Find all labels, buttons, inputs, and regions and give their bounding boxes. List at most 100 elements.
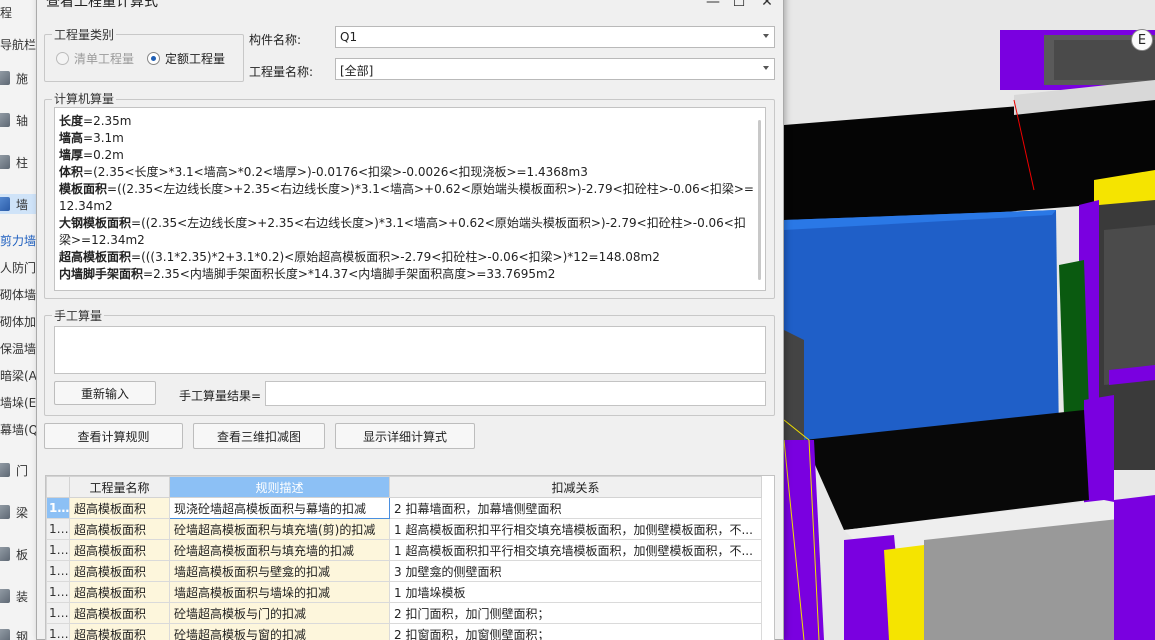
dialog-titlebar[interactable]: 查看工程量计算式 — ☐ ✕: [37, 0, 783, 19]
sidebar-item[interactable]: 装: [0, 586, 40, 606]
cell-deduction[interactable]: 1 超高模板面积扣平行相交填充墙模板面积，加侧壁模板面积，不...: [389, 518, 762, 540]
sidebar-item[interactable]: 人防门框: [0, 257, 40, 277]
sidebar-item[interactable]: 钢: [0, 626, 40, 640]
calc-line: 墙高=3.1m: [59, 131, 124, 145]
sidebar-item[interactable]: 砌体墙(: [0, 284, 40, 304]
sidebar-item[interactable]: 门: [0, 460, 40, 480]
maximize-button[interactable]: ☐: [725, 0, 753, 13]
row-number: 112: [46, 497, 70, 519]
sidebar-item[interactable]: 剪力墙(: [0, 230, 40, 250]
sidebar-item[interactable]: 程: [0, 2, 40, 22]
sidebar-item[interactable]: 幕墙(Q): [0, 419, 40, 439]
quantity-name-label: 工程量名称:: [249, 65, 314, 79]
cell-rule-description[interactable]: 墙超高模板面积与墙垛的扣减: [169, 581, 390, 603]
sidebar-item-label: 轴: [16, 113, 29, 128]
quantity-formula-dialog: 查看工程量计算式 — ☐ ✕ 工程量类别 清单工程量 定额工程量 构件名称: Q…: [36, 0, 784, 640]
calc-line: 内墙脚手架面积=2.35<内墙脚手架面积长度>*14.37<内墙脚手架面积高度>…: [59, 267, 556, 281]
close-button[interactable]: ✕: [753, 0, 781, 13]
component-name-select[interactable]: Q1: [335, 26, 775, 48]
cell-rule-description[interactable]: 墙超高模板面积与壁龛的扣减: [169, 560, 390, 582]
cell-quantity-name[interactable]: 超高模板面积: [69, 581, 170, 603]
sidebar-item[interactable]: 柱: [0, 152, 40, 172]
cell-deduction[interactable]: 2 扣窗面积，加窗侧壁面积；: [389, 623, 762, 640]
cell-quantity-name[interactable]: 超高模板面积: [69, 560, 170, 582]
cell-deduction[interactable]: 2 扣门面积，加门侧壁面积；: [389, 602, 762, 624]
view-rules-button[interactable]: 查看计算规则: [44, 423, 183, 449]
minimize-button[interactable]: —: [699, 0, 727, 13]
table-row[interactable]: 112 超高模板面积 现浇砼墙超高模板面积与幕墙的扣减 2 扣幕墙面积，加幕墙侧…: [46, 497, 762, 519]
dialog-title: 查看工程量计算式: [46, 0, 158, 10]
table-row[interactable]: 117 超高模板面积 砼墙超高模板与门的扣减 2 扣门面积，加门侧壁面积；: [46, 602, 762, 624]
view-3d-deduction-button[interactable]: 查看三维扣减图: [193, 423, 325, 449]
cell-quantity-name[interactable]: 超高模板面积: [69, 623, 170, 640]
sidebar-item-label: 梁: [16, 505, 29, 520]
reenter-button[interactable]: 重新输入: [54, 381, 156, 405]
quantity-name-select[interactable]: [全部]: [335, 58, 775, 80]
cell-quantity-name[interactable]: 超高模板面积: [69, 602, 170, 624]
sidebar-item[interactable]: 梁: [0, 502, 40, 522]
show-detail-formula-button[interactable]: 显示详细计算式: [335, 423, 475, 449]
cell-quantity-name[interactable]: 超高模板面积: [69, 539, 170, 561]
table-row[interactable]: 114 超高模板面积 砼墙超高模板面积与填充墙的扣减 1 超高模板面积扣平行相交…: [46, 539, 762, 561]
component-icon: [0, 589, 10, 603]
manual-calc-group-title: 手工算量: [52, 307, 105, 324]
sidebar-item[interactable]: 保温墙(: [0, 338, 40, 358]
sidebar-item-label: 门: [16, 463, 29, 478]
table-row[interactable]: 116 超高模板面积 墙超高模板面积与墙垛的扣减 1 加墙垛模板: [46, 581, 762, 603]
sidebar-item-label: 墙: [16, 197, 29, 212]
cell-quantity-name[interactable]: 超高模板面积: [69, 497, 170, 519]
row-number: 118: [46, 623, 70, 640]
radio-quota-quantity[interactable]: 定额工程量: [147, 50, 225, 67]
manual-result-label: 手工算量结果=: [179, 389, 262, 403]
row-number: 113: [46, 518, 70, 540]
chevron-down-icon: [763, 34, 769, 38]
component-icon: [0, 505, 10, 519]
radio-bill-quantity[interactable]: 清单工程量: [56, 50, 134, 67]
cell-rule-description[interactable]: 砼墙超高模板与门的扣减: [169, 602, 390, 624]
sidebar-item[interactable]: 墙: [0, 194, 40, 214]
cell-rule-description[interactable]: 砼墙超高模板面积与填充墙的扣减: [169, 539, 390, 561]
sidebar-item-label: 施: [16, 71, 29, 86]
sidebar-item-label: 墙垛(E): [0, 395, 40, 410]
radio-dot: [147, 52, 160, 65]
computer-calc-text[interactable]: 长度=2.35m 墙高=3.1m 墙厚=0.2m 体积=(2.35<长度>*3.…: [54, 107, 766, 291]
table-row[interactable]: 115 超高模板面积 墙超高模板面积与壁龛的扣减 3 加壁龛的侧壁面积: [46, 560, 762, 582]
sidebar-item-label: 钢: [16, 629, 29, 640]
sidebar-item[interactable]: 轴: [0, 110, 40, 130]
sidebar-item[interactable]: 板: [0, 544, 40, 564]
cell-deduction[interactable]: 2 扣幕墙面积，加幕墙侧壁面积: [389, 497, 762, 519]
cell-rule-description[interactable]: 现浇砼墙超高模板面积与幕墙的扣减: [169, 497, 390, 519]
sidebar-item[interactable]: 砌体加筋: [0, 311, 40, 331]
scrollbar[interactable]: [758, 120, 761, 280]
cell-deduction[interactable]: 1 超高模板面积扣平行相交填充墙模板面积，加侧壁模板面积，不...: [389, 539, 762, 561]
column-header-rule-description[interactable]: 规则描述: [169, 476, 390, 498]
component-icon: [0, 113, 10, 127]
row-number-header[interactable]: [46, 476, 70, 498]
manual-calc-input[interactable]: [54, 326, 766, 374]
cell-deduction[interactable]: 3 加壁龛的侧壁面积: [389, 560, 762, 582]
row-number: 117: [46, 602, 70, 624]
calc-line: 大钢模板面积=((2.35<左边线长度>+2.35<右边线长度>)*3.1<墙高…: [59, 216, 746, 247]
cell-deduction[interactable]: 1 加墙垛模板: [389, 581, 762, 603]
sidebar-item[interactable]: 导航栏: [0, 34, 40, 54]
computer-calc-group-title: 计算机算量: [52, 90, 117, 107]
3d-viewport[interactable]: [784, 0, 1155, 640]
table-row[interactable]: 118 超高模板面积 砼墙超高模板与窗的扣减 2 扣窗面积，加窗侧壁面积；: [46, 623, 762, 640]
table-header: 工程量名称 规则描述 扣减关系: [46, 476, 762, 498]
column-header-deduction[interactable]: 扣减关系: [389, 476, 762, 498]
sidebar-item[interactable]: 施: [0, 68, 40, 88]
cell-rule-description[interactable]: 砼墙超高模板与窗的扣减: [169, 623, 390, 640]
sidebar-item[interactable]: 暗梁(A): [0, 365, 40, 385]
sidebar-item[interactable]: 墙垛(E): [0, 392, 40, 412]
component-icon: [0, 629, 10, 640]
row-number: 114: [46, 539, 70, 561]
sidebar-item-label: 暗梁(A): [0, 368, 40, 383]
left-nav-panel: 程导航栏施轴柱墙剪力墙( 人防门框砌体墙( 砌体加筋保温墙( 暗梁(A) 墙垛(E) 幕墙…: [0, 0, 40, 640]
table-row[interactable]: 113 超高模板面积 砼墙超高模板面积与填充墙(剪)的扣减 1 超高模板面积扣平…: [46, 518, 762, 540]
cell-rule-description[interactable]: 砼墙超高模板面积与填充墙(剪)的扣减: [169, 518, 390, 540]
manual-result-input[interactable]: [265, 381, 766, 406]
component-icon: [0, 197, 10, 211]
cell-quantity-name[interactable]: 超高模板面积: [69, 518, 170, 540]
view-orientation-badge[interactable]: E: [1131, 29, 1153, 51]
column-header-quantity-name[interactable]: 工程量名称: [69, 476, 170, 498]
